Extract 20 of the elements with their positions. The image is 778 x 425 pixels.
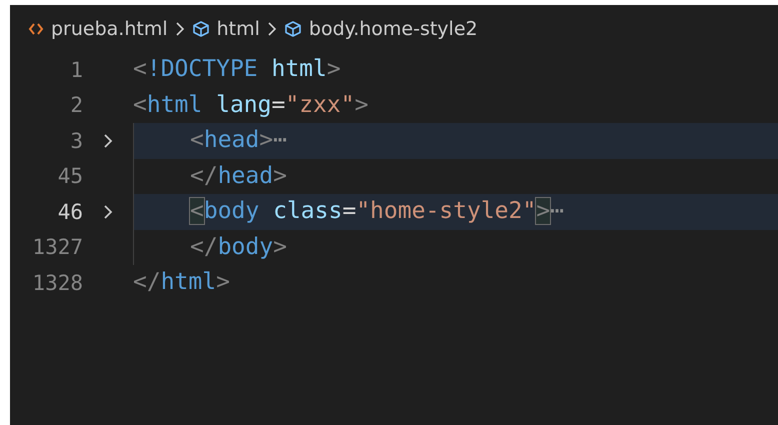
line-number: 2 [69,93,83,118]
breadcrumb-item[interactable]: prueba.html [28,18,168,40]
line-number: 3 [69,128,83,153]
chevron-right-icon [174,20,185,36]
cube-icon [284,20,302,38]
code-line: <!DOCTYPE html> [133,55,342,84]
chevron-right-icon [266,20,277,36]
line-number: 45 [56,164,83,188]
line-number: 1328 [31,270,83,295]
line-number: 1 [69,58,83,82]
breadcrumb-item[interactable]: body.home-style2 [284,18,478,40]
line-number: 1327 [31,235,83,260]
code-line: </html> [133,268,231,297]
code-line: <html lang="zxx"> [133,90,370,120]
code-brackets-icon [28,20,44,36]
cube-icon [192,20,210,38]
chevron-right-icon[interactable] [103,204,113,220]
breadcrumb-item[interactable]: html [192,18,260,40]
line-number: 46 [56,200,83,224]
chevron-right-icon[interactable] [103,132,113,149]
